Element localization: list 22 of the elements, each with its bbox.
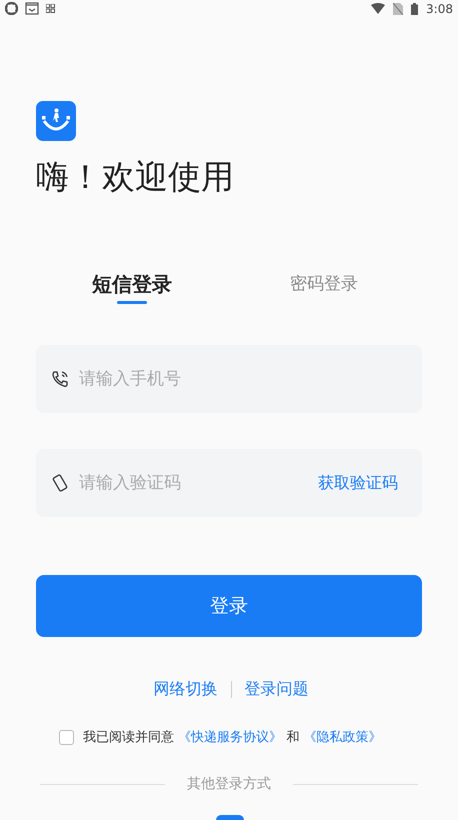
login-tab[interactable]: 短信登录 — [92, 270, 172, 304]
mail-icon — [25, 2, 39, 15]
logo-icon — [36, 101, 76, 141]
grid-icon — [46, 4, 55, 13]
phone-field[interactable]: 请输入手机号 — [36, 345, 422, 413]
help-link[interactable]: 登录问题 — [244, 677, 308, 701]
help-link[interactable]: 网络切换 — [154, 677, 218, 701]
welcome-title: 嗨！欢迎使用 — [36, 156, 235, 198]
phone-icon — [51, 370, 69, 388]
privacy-policy-link[interactable]: 《隐私政策》 — [303, 730, 382, 745]
wifi-icon — [371, 3, 386, 14]
other-methods-label: 其他登录方式 — [187, 774, 271, 794]
phone-device-icon — [51, 474, 69, 492]
login-button[interactable]: 登录 — [36, 575, 422, 637]
service-agreement-link[interactable]: 《快递服务协议》 — [178, 730, 282, 745]
agreement-checkbox[interactable] — [59, 730, 74, 746]
status-time: 3:08 — [426, 0, 453, 18]
agreement-text: 我已阅读并同意 《快递服务协议》 和 《隐私政策》 — [83, 729, 382, 747]
no-sim-icon — [393, 2, 404, 14]
get-code-button[interactable]: 获取验证码 — [318, 471, 398, 495]
battery-icon — [411, 2, 418, 14]
login-tab[interactable]: 密码登录 — [290, 270, 358, 304]
